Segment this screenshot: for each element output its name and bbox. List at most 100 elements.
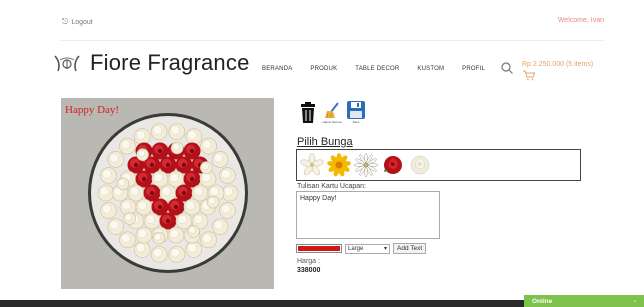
price-label: Harga : (297, 258, 320, 265)
chat-toggle-icon[interactable]: - (634, 298, 636, 305)
white-rose-petal (152, 125, 163, 135)
white-rose-petal (121, 139, 131, 150)
white-rose-petal (145, 214, 156, 225)
white-rose-petal (152, 248, 163, 258)
cart-icon (523, 70, 536, 81)
white-rose-petal (172, 143, 180, 151)
search-icon[interactable] (500, 61, 514, 75)
white-rose-petal (136, 243, 146, 253)
white-rose-petal (223, 186, 234, 197)
white-daisy-option[interactable] (354, 153, 378, 177)
white-rose-petal (185, 200, 195, 211)
nav-item-kustom[interactable]: KUSTOM (417, 66, 444, 72)
card-text-label: Tulisan Kartu Ucapan: (297, 183, 366, 190)
floppy-disk-icon (347, 101, 365, 119)
red-rose-center (141, 176, 147, 182)
logout-label: Logout (71, 18, 93, 26)
bouquet-arrangement (88, 113, 248, 273)
nav-item-beranda[interactable]: BERANDA (262, 66, 292, 72)
white-rose-petal (202, 139, 212, 150)
red-rose-center (157, 148, 163, 154)
chat-widget[interactable]: Online - (524, 295, 644, 307)
white-rose-petal (170, 248, 180, 258)
divider (60, 40, 604, 41)
save-label: Save (352, 120, 360, 124)
text-controls: Large ▾ Add Text (296, 243, 427, 254)
white-rose-petal (169, 172, 180, 183)
red-rose-center (165, 162, 171, 168)
canvas-card-text[interactable]: Happy Day! (65, 104, 119, 116)
white-lily-option[interactable] (300, 153, 324, 177)
brand-name[interactable]: Fiore Fragrance (90, 50, 250, 76)
white-rose-petal (187, 130, 197, 140)
price-value: 338000 (297, 267, 321, 274)
white-rose-petal (154, 233, 162, 241)
white-rose-petal (213, 220, 224, 230)
white-rose-petal (137, 149, 145, 157)
red-rose-center (133, 162, 139, 168)
yellow-sunflower-option[interactable] (327, 153, 351, 177)
white-rose-petal (129, 186, 140, 197)
white-rose-petal (161, 186, 172, 197)
white-rose-petal (169, 228, 180, 239)
red-rose-center (173, 204, 179, 210)
white-rose-petal (193, 214, 204, 225)
flower-picker (296, 149, 581, 181)
white-rose-petal (102, 169, 112, 179)
chat-status: Online (532, 297, 553, 305)
text-size-value: Large (348, 245, 364, 252)
white-rose-petal (201, 172, 212, 183)
white-rose-petal (137, 228, 148, 239)
text-color-fill (298, 246, 340, 251)
add-text-button[interactable]: Add Text (393, 243, 427, 254)
red-rose-center (149, 190, 155, 196)
logout-icon: ⎋ (62, 17, 69, 26)
nav-item-produk[interactable]: PRODUK (310, 66, 337, 72)
delete-button[interactable] (298, 100, 318, 124)
cart-total: Rp 2.250.000 (5 items) (522, 61, 594, 68)
white-rose-petal (208, 197, 216, 205)
chevron-down-icon: ▾ (383, 246, 387, 252)
white-rose-petal (170, 125, 180, 135)
white-rose-petal (121, 200, 132, 211)
white-rose-petal (136, 130, 146, 140)
white-rose-petal (188, 226, 196, 234)
flower-picker-title: Pilih Bunga (297, 136, 353, 148)
white-rose-petal (124, 213, 132, 221)
red-rose-center (189, 176, 195, 182)
white-rose-petal (213, 153, 224, 163)
card-text-input[interactable] (296, 191, 440, 239)
welcome-text: Welcome, Ivan (557, 17, 604, 24)
white-rose-petal (202, 233, 212, 243)
brand-logo-icon[interactable] (52, 52, 82, 74)
white-rose-petal (121, 233, 131, 243)
page: ⎋ Logout Welcome, Ivan Fiore Fragrance B… (0, 0, 644, 307)
white-rose-petal (118, 179, 126, 187)
nav-item-profil[interactable]: PROFIL (462, 66, 485, 72)
save-button[interactable]: Save (346, 100, 366, 124)
red-rose-option[interactable] (381, 153, 405, 177)
white-rose-petal (209, 186, 220, 197)
white-rose-petal (99, 186, 110, 197)
white-rose-petal (153, 172, 164, 183)
logout-link[interactable]: ⎋ Logout (62, 17, 93, 27)
broom-icon (325, 102, 339, 119)
red-rose-center (181, 190, 187, 196)
cart-link[interactable]: Rp 2.250.000 (5 items) (522, 60, 593, 81)
white-rose-petal (193, 186, 204, 197)
main-nav: BERANDA PRODUK TABLE DECOR KUSTOM PROFIL (262, 66, 485, 72)
clear-label: Hapus Semua (322, 120, 342, 124)
red-rose-center (181, 162, 187, 168)
red-rose-center (149, 162, 155, 168)
text-size-select[interactable]: Large ▾ (345, 243, 390, 254)
white-rose-petal (221, 204, 231, 214)
top-bar: ⎋ Logout Welcome, Ivan (0, 0, 644, 40)
text-color-picker[interactable] (296, 244, 342, 253)
clear-button[interactable]: Hapus Semua (322, 100, 342, 124)
toolbar: Hapus Semua Save (298, 100, 366, 124)
bouquet-canvas[interactable]: Happy Day! (61, 98, 274, 289)
white-rose-petal (221, 169, 231, 179)
nav-item-table-decor[interactable]: TABLE DECOR (355, 66, 399, 72)
white-rose-petal (109, 153, 119, 163)
white-rose-option[interactable] (408, 153, 432, 177)
